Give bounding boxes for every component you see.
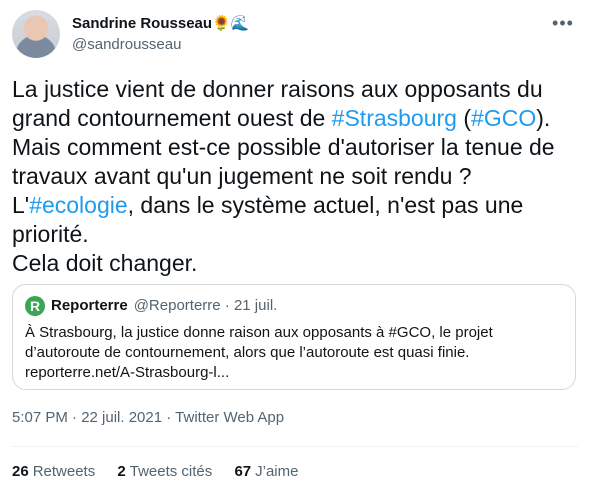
quoted-link: reporterre.net/A-Strasbourg-l... <box>25 364 230 381</box>
quoted-line: À Strasbourg, la justice donne raison au… <box>25 324 493 341</box>
tweet-line: grand contournement ouest de #Strasbourg… <box>12 104 578 133</box>
tweet-line: Cela doit changer. <box>12 250 198 276</box>
quoted-tweet-card[interactable]: R Reporterre @Reporterre · 21 juil. À Str… <box>12 284 576 390</box>
quoted-author-name: Reporterre <box>51 297 128 314</box>
retweets-count: 26 <box>12 463 29 480</box>
tweet-line: Mais comment est-ce possible d'autoriser… <box>12 134 555 160</box>
quoted-tweet-header: Reporterre @Reporterre · 21 juil. <box>51 297 277 314</box>
tweet-line: travaux avant qu'un jugement ne soit ren… <box>12 163 472 189</box>
more-options-icon[interactable]: ••• <box>550 10 576 36</box>
tweet-text-segment: ( <box>456 105 472 131</box>
hashtag-ecologie-link[interactable]: #ecologie <box>29 192 127 218</box>
tweet-text: La justice vient de donner raisons aux o… <box>12 75 578 278</box>
retweets-stat[interactable]: 26 Retweets <box>12 463 95 480</box>
hashtag-strasbourg-link[interactable]: #Strasbourg <box>332 105 457 131</box>
quote-tweets-stat[interactable]: 2 Tweets cités <box>117 463 212 480</box>
quoted-tweet-text: À Strasbourg, la justice donne raison au… <box>25 323 545 383</box>
tweet-text-segment: L' <box>12 192 30 218</box>
tweet-stats: 26 Retweets 2 Tweets cités 67 J’aime <box>12 463 316 480</box>
likes-label: J’aime <box>255 463 299 480</box>
quoted-line: d’autoroute de contournement, alors que … <box>25 344 470 361</box>
quotes-count: 2 <box>117 463 126 480</box>
quoted-author-meta: @Reporterre · 21 juil. <box>133 297 278 314</box>
retweets-label: Retweets <box>32 463 96 480</box>
author-name[interactable]: Sandrine Rousseau🌻🌊 <box>72 14 249 32</box>
author-avatar[interactable] <box>12 10 60 58</box>
hashtag-gco-link[interactable]: #GCO <box>471 105 536 131</box>
tweet-line: priorité. <box>12 221 89 247</box>
reporterre-logo-icon: R <box>25 296 45 316</box>
tweet-timestamp[interactable]: 5:07 PM · 22 juil. 2021 · Twitter Web Ap… <box>12 409 284 426</box>
tweet-text-segment: grand contournement ouest de <box>12 105 332 131</box>
likes-stat[interactable]: 67 J’aime <box>234 463 298 480</box>
tweet-line: La justice vient de donner raisons aux o… <box>12 76 543 102</box>
tweet-text-segment: , dans le système actuel, n'est pas une <box>127 192 524 218</box>
likes-count: 67 <box>234 463 252 480</box>
tweet-line: L'#ecologie, dans le système actuel, n'e… <box>12 191 578 220</box>
tweet-text-segment: ). <box>536 105 551 131</box>
divider <box>12 446 578 447</box>
quotes-label: Tweets cités <box>129 463 213 480</box>
author-handle[interactable]: @sandrousseau <box>72 36 181 53</box>
